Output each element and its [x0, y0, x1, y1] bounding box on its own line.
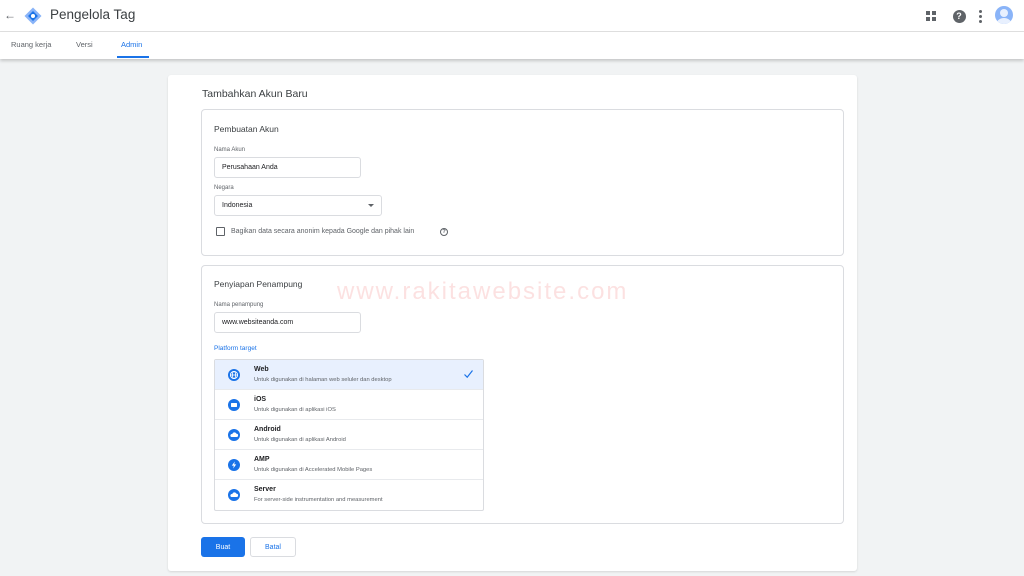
android-cloud-icon — [228, 429, 240, 441]
account-name-label: Nama Akun — [214, 147, 246, 153]
share-data-label: Bagikan data secara anonim kepada Google… — [231, 228, 415, 235]
platform-option-web[interactable]: Web Untuk digunakan di halaman web selul… — [215, 360, 483, 390]
avatar[interactable] — [995, 6, 1013, 24]
check-icon — [464, 370, 473, 379]
page-title: Tambahkan Akun Baru — [202, 88, 308, 100]
create-button[interactable]: Buat — [201, 537, 245, 557]
tab-ruang-kerja[interactable]: Ruang kerja — [11, 40, 51, 49]
container-name-label: Nama penampung — [214, 302, 264, 308]
share-data-checkbox[interactable] — [216, 227, 225, 236]
app-title: Pengelola Tag — [50, 7, 136, 22]
platform-target-label: Platform target — [214, 345, 257, 352]
country-select[interactable]: Indonesia — [214, 195, 382, 216]
tab-versi[interactable]: Versi — [76, 40, 93, 49]
platform-list: Web Untuk digunakan di halaman web selul… — [214, 359, 484, 511]
container-setup-title: Penyiapan Penampung — [214, 279, 303, 289]
platform-name: Web — [254, 366, 269, 373]
cancel-button[interactable]: Batal — [250, 537, 296, 557]
container-name-input[interactable]: www.websiteanda.com — [214, 312, 361, 333]
tab-admin[interactable]: Admin — [121, 40, 142, 49]
amp-bolt-icon — [228, 459, 240, 471]
account-name-input[interactable]: Perusahaan Anda — [214, 157, 361, 178]
back-arrow-icon[interactable]: ← — [2, 7, 18, 23]
platform-name: AMP — [254, 456, 270, 463]
platform-description: Untuk digunakan di Accelerated Mobile Pa… — [254, 467, 373, 473]
platform-option-ios[interactable]: iOS Untuk digunakan di aplikasi iOS — [215, 390, 483, 420]
apps-grid-icon[interactable] — [926, 11, 936, 21]
account-setup-title: Pembuatan Akun — [214, 124, 279, 134]
globe-icon — [228, 369, 240, 381]
app-bar: ← Pengelola Tag ? — [0, 0, 1024, 32]
help-icon[interactable]: ? — [951, 8, 967, 24]
country-select-value: Indonesia — [222, 202, 253, 209]
help-circle-icon[interactable]: ? — [440, 228, 448, 236]
platform-description: Untuk digunakan di halaman web seluler d… — [254, 377, 392, 383]
more-options-icon[interactable] — [972, 8, 988, 24]
platform-option-server[interactable]: Server For server-side instrumentation a… — [215, 480, 483, 510]
platform-description: Untuk digunakan di aplikasi Android — [254, 437, 346, 443]
ios-device-icon — [228, 399, 240, 411]
platform-option-amp[interactable]: AMP Untuk digunakan di Accelerated Mobil… — [215, 450, 483, 480]
platform-name: Server — [254, 486, 276, 493]
active-tab-indicator — [117, 56, 149, 58]
tag-manager-logo-icon — [24, 7, 42, 25]
platform-description: For server-side instrumentation and meas… — [254, 497, 383, 503]
platform-option-android[interactable]: Android Untuk digunakan di aplikasi Andr… — [215, 420, 483, 450]
platform-name: Android — [254, 426, 281, 433]
platform-name: iOS — [254, 396, 267, 403]
chevron-down-icon — [368, 204, 374, 207]
tabs-bar: Ruang kerja Versi Admin — [0, 32, 1024, 59]
country-label: Negara — [214, 185, 234, 191]
cloud-icon — [228, 489, 240, 501]
platform-description: Untuk digunakan di aplikasi iOS — [254, 407, 336, 413]
